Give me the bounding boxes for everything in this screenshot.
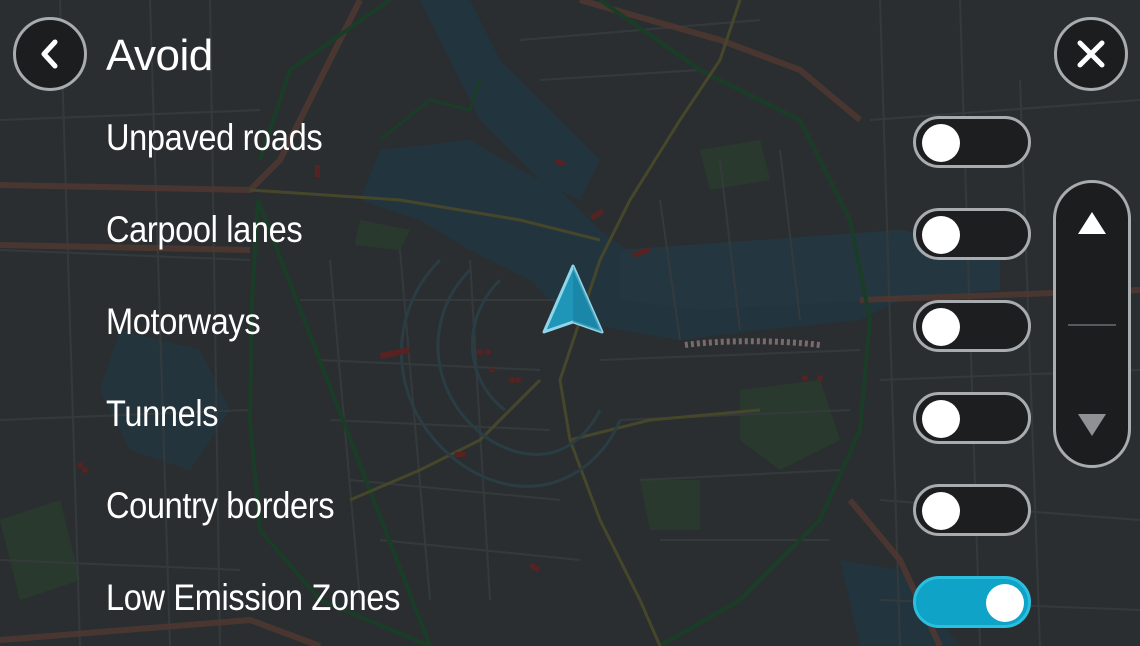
option-label: Low Emission Zones bbox=[106, 577, 401, 618]
chevron-left-icon bbox=[41, 39, 58, 69]
page-title: Avoid bbox=[106, 31, 213, 80]
scroll-up-button[interactable] bbox=[1056, 183, 1128, 263]
close-icon bbox=[1077, 40, 1105, 68]
option-label: Motorways bbox=[106, 301, 261, 342]
toggle-knob bbox=[922, 216, 960, 254]
back-button[interactable] bbox=[13, 17, 87, 91]
option-row-motorways: Motorways bbox=[0, 276, 1050, 368]
toggle-knob bbox=[922, 400, 960, 438]
triangle-down-icon bbox=[1078, 414, 1106, 436]
toggle-country-borders[interactable] bbox=[913, 484, 1031, 536]
toggle-unpaved-roads[interactable] bbox=[913, 116, 1031, 168]
scroll-down-button[interactable] bbox=[1056, 385, 1128, 465]
toggle-knob bbox=[922, 492, 960, 530]
toggle-low-emission-zones[interactable] bbox=[913, 576, 1031, 628]
toggle-knob bbox=[986, 584, 1024, 622]
option-label: Tunnels bbox=[106, 393, 219, 434]
triangle-up-icon bbox=[1078, 212, 1106, 234]
close-button[interactable] bbox=[1054, 17, 1128, 91]
option-label: Carpool lanes bbox=[106, 209, 303, 250]
option-label: Country borders bbox=[106, 485, 335, 526]
scroll-control bbox=[1053, 180, 1131, 468]
option-row-low-emission-zones: Low Emission Zones bbox=[0, 552, 1050, 644]
toggle-motorways[interactable] bbox=[913, 300, 1031, 352]
option-label: Unpaved roads bbox=[106, 117, 323, 158]
option-row-country-borders: Country borders bbox=[0, 460, 1050, 552]
option-row-tunnels: Tunnels bbox=[0, 368, 1050, 460]
toggle-knob bbox=[922, 308, 960, 346]
toggle-carpool-lanes[interactable] bbox=[913, 208, 1031, 260]
avoid-settings-screen: Avoid Unpaved roads Carpool lanes Motorw… bbox=[0, 0, 1140, 646]
toggle-knob bbox=[922, 124, 960, 162]
option-row-unpaved-roads: Unpaved roads bbox=[0, 92, 1050, 184]
option-row-carpool-lanes: Carpool lanes bbox=[0, 184, 1050, 276]
toggle-tunnels[interactable] bbox=[913, 392, 1031, 444]
scroll-divider bbox=[1068, 324, 1116, 326]
